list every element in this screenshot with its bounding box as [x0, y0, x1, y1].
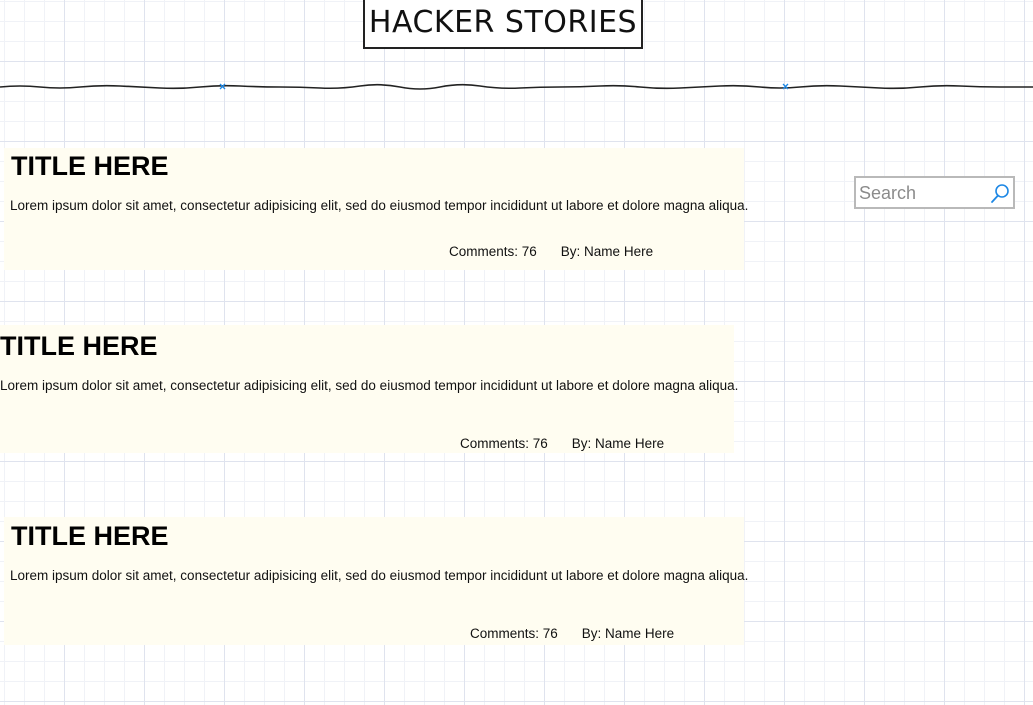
story-body: Lorem ipsum dolor sit amet, consectetur … [0, 378, 739, 393]
page-title: HACKER STORIES [363, 0, 643, 49]
story-meta: Comments: 76 By: Name Here [449, 244, 653, 260]
story-card[interactable]: TITLE HERE Lorem ipsum dolor sit amet, c… [4, 517, 748, 645]
story-meta: Comments: 76 By: Name Here [460, 436, 664, 452]
search-icon[interactable] [989, 182, 1011, 204]
story-card[interactable]: TITLE HERE Lorem ipsum dolor sit amet, c… [4, 148, 748, 270]
author-name[interactable]: By: Name Here [582, 626, 674, 641]
comment-count[interactable]: Comments: 76 [470, 626, 558, 641]
author-name[interactable]: By: Name Here [561, 244, 653, 259]
story-body: Lorem ipsum dolor sit amet, consectetur … [10, 198, 749, 213]
search-input[interactable] [859, 180, 984, 206]
story-meta: Comments: 76 By: Name Here [470, 626, 674, 642]
story-title[interactable]: TITLE HERE [11, 521, 169, 551]
story-title[interactable]: TITLE HERE [0, 331, 158, 361]
comment-count[interactable]: Comments: 76 [449, 244, 537, 259]
author-name[interactable]: By: Name Here [572, 436, 664, 451]
comment-count[interactable]: Comments: 76 [460, 436, 548, 451]
story-card[interactable]: TITLE HERE Lorem ipsum dolor sit amet, c… [0, 325, 738, 453]
story-body: Lorem ipsum dolor sit amet, consectetur … [10, 568, 749, 583]
story-title[interactable]: TITLE HERE [11, 151, 169, 181]
header-divider [0, 83, 1033, 90]
search-box [854, 176, 1015, 209]
